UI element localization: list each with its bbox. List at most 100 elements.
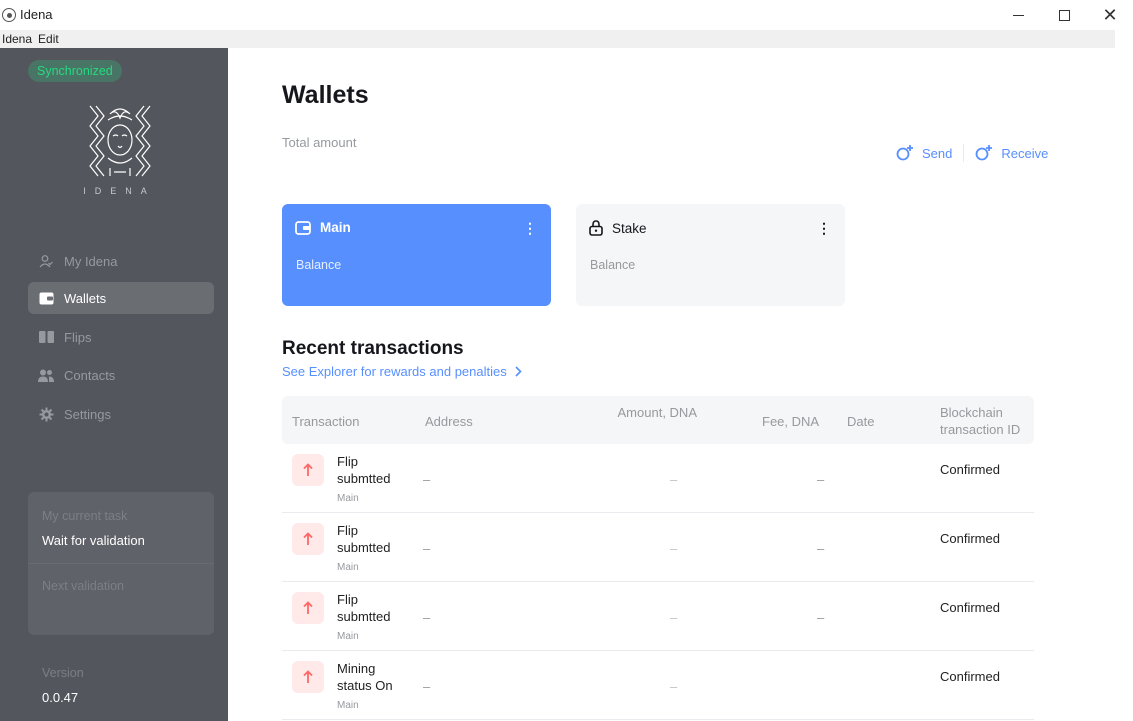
wallet-balance-label: Balance [590, 258, 636, 272]
sidebar-item-label: Flips [64, 329, 92, 345]
wallet-actions: Send Receive [896, 143, 1048, 163]
sidebar-item-settings[interactable]: Settings [28, 398, 214, 430]
next-validation-label: Next validation [42, 579, 124, 593]
arrow-up-icon [292, 661, 324, 693]
transaction-type: Flip submtted [337, 523, 391, 555]
sync-status-badge: Synchronized [28, 60, 122, 82]
total-amount-label: Total amount [282, 135, 357, 150]
maximize-button[interactable] [1041, 0, 1087, 30]
transaction-amount: – [670, 610, 678, 625]
sidebar-item-label: Contacts [64, 367, 116, 383]
chevron-right-icon [515, 366, 522, 377]
sidebar-item-wallets[interactable]: Wallets [28, 282, 214, 314]
transaction-fee: – [817, 610, 825, 625]
send-label: Send [922, 145, 953, 161]
transaction-amount: – [670, 472, 678, 487]
transaction-wallet: Main [337, 493, 359, 504]
transaction-status: Confirmed [940, 462, 1000, 477]
wallet-name: Main [320, 220, 351, 235]
arrow-up-icon [292, 592, 324, 624]
column-header-date: Date [847, 414, 875, 429]
arrow-up-icon [292, 454, 324, 486]
user-icon [38, 253, 54, 269]
transaction-fee: – [817, 472, 825, 487]
more-icon[interactable]: ⋮ [817, 220, 831, 237]
receive-button[interactable]: Receive [975, 144, 1048, 162]
flips-icon [38, 329, 54, 345]
transaction-status: Confirmed [940, 600, 1000, 615]
table-row[interactable]: Flip submtted Main – – – Confirmed [282, 582, 1034, 651]
logo-wordmark: IDENA [83, 186, 156, 196]
explorer-link[interactable]: See Explorer for rewards and penalties [282, 364, 522, 379]
table-row[interactable]: Flip submtted Main – – – Confirmed [282, 444, 1034, 513]
receive-icon [975, 145, 993, 161]
transactions-table: Transaction Address Amount, DNA Fee, DNA… [282, 396, 1034, 720]
action-divider [963, 144, 965, 162]
maximize-icon [1058, 9, 1070, 21]
menu-idena[interactable]: Idena [0, 32, 35, 46]
sidebar-item-label: Wallets [64, 290, 107, 306]
transaction-wallet: Main [337, 562, 359, 573]
close-icon: ✕ [1102, 4, 1118, 25]
title-bar: Idena ✕ [0, 0, 1133, 30]
column-header-fee: Fee, DNA [762, 414, 820, 429]
sidebar: Synchronized IDENA My Idena Wallets Flip… [0, 48, 228, 721]
transaction-fee: – [817, 541, 825, 556]
explorer-link-label: See Explorer for rewards and penalties [282, 364, 507, 379]
table-row[interactable]: Mining status On Main – – Confirmed [282, 651, 1034, 720]
table-row[interactable]: Flip submtted Main – – – Confirmed [282, 513, 1034, 582]
transaction-type: Mining status On [337, 661, 393, 693]
recent-transactions-title: Recent transactions [282, 338, 464, 359]
wallet-icon [295, 220, 311, 235]
contacts-icon [38, 367, 54, 383]
page-title: Wallets [282, 81, 369, 109]
menu-bar: Idena Edit [0, 30, 1115, 48]
send-icon [896, 145, 913, 161]
wallet-card-title: Stake [589, 220, 647, 236]
idena-logo [89, 105, 151, 177]
wallet-icon [38, 290, 54, 306]
transaction-amount: – [670, 541, 678, 556]
more-icon[interactable]: ⋮ [523, 220, 537, 237]
transaction-wallet: Main [337, 631, 359, 642]
transaction-status: Confirmed [940, 669, 1000, 684]
transaction-address: – [423, 541, 431, 556]
divider [28, 563, 214, 564]
menu-edit[interactable]: Edit [35, 32, 62, 46]
minimize-button[interactable] [995, 0, 1041, 30]
table-header: Transaction Address Amount, DNA Fee, DNA… [282, 396, 1034, 444]
wallet-card-title: Main [295, 220, 351, 235]
send-button[interactable]: Send [896, 144, 952, 162]
transaction-address: – [423, 610, 431, 625]
current-task-value: Wait for validation [42, 533, 145, 548]
gear-icon [38, 406, 54, 422]
column-header-amount: Amount, DNA [617, 405, 697, 420]
minimize-icon [1012, 14, 1024, 16]
transaction-wallet: Main [337, 700, 359, 711]
sidebar-item-label: My Idena [64, 253, 118, 269]
sidebar-item-flips[interactable]: Flips [28, 321, 214, 353]
wallet-balance-label: Balance [296, 258, 342, 272]
column-header-blockchain-id: Blockchain transaction ID [940, 405, 1021, 437]
column-header-address: Address [425, 414, 473, 429]
wallet-name: Stake [612, 220, 647, 236]
wallet-card-stake[interactable]: Stake ⋮ Balance [576, 204, 845, 306]
transaction-type: Flip submtted [337, 454, 391, 486]
transaction-address: – [423, 472, 431, 487]
wallet-card-main[interactable]: Main ⋮ Balance [282, 204, 551, 306]
version-value: 0.0.47 [42, 690, 79, 705]
transaction-type: Flip submtted [337, 592, 391, 624]
current-task-label: My current task [42, 509, 128, 523]
column-header-transaction: Transaction [292, 414, 360, 429]
sidebar-item-label: Settings [64, 406, 111, 422]
transaction-amount: – [670, 679, 678, 694]
sidebar-item-contacts[interactable]: Contacts [28, 359, 214, 391]
sidebar-item-my-idena[interactable]: My Idena [28, 245, 214, 277]
current-task-panel: My current task Wait for validation Next… [28, 492, 214, 635]
window-title: Idena [20, 7, 53, 22]
arrow-up-icon [292, 523, 324, 555]
transaction-address: – [423, 679, 431, 694]
lock-icon [589, 220, 603, 236]
close-button[interactable]: ✕ [1087, 0, 1133, 30]
receive-label: Receive [1001, 145, 1049, 161]
